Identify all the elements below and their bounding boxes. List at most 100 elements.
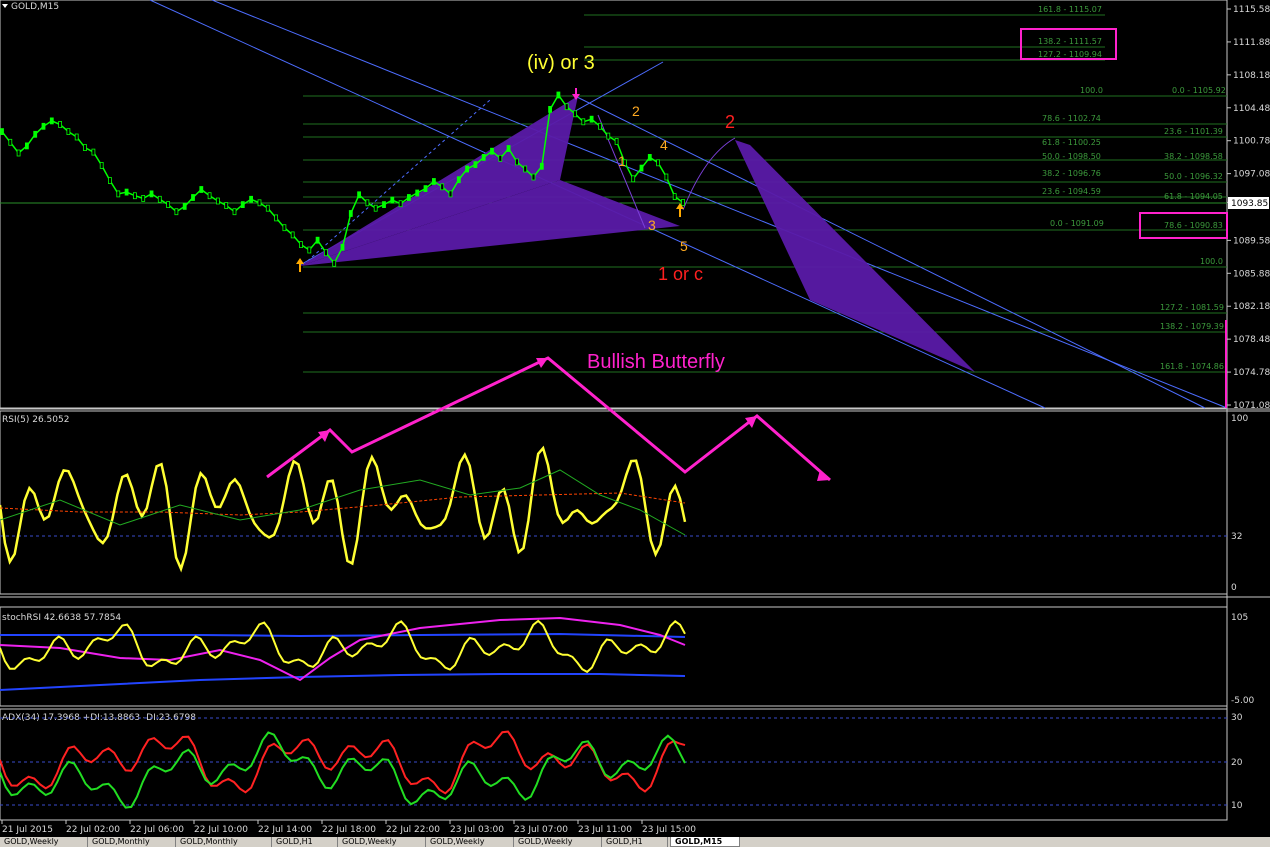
fib-label: 38.2 - 1098.58 bbox=[1164, 152, 1223, 161]
price-candle bbox=[323, 249, 328, 257]
price-candle bbox=[232, 208, 237, 216]
time-axis: 21 Jul 2015 22 Jul 02:00 22 Jul 06:00 22 Ju… bbox=[1, 820, 696, 835]
rsi-panel-frame bbox=[0, 410, 1228, 595]
price-candle bbox=[589, 115, 594, 123]
tab-gold-weekly[interactable]: GOLD,Weekly bbox=[514, 837, 602, 847]
price-candle bbox=[473, 161, 478, 169]
price-candle bbox=[672, 193, 677, 201]
price-candle bbox=[506, 145, 511, 152]
pattern-label: Bullish Butterfly bbox=[587, 351, 725, 373]
fib-label: 100.0 bbox=[1200, 257, 1223, 266]
fib-label: 61.8 - 1094.05 bbox=[1164, 192, 1223, 201]
price-candle bbox=[132, 192, 137, 200]
price-candle bbox=[199, 186, 204, 193]
price-candle bbox=[49, 117, 54, 125]
price-candle bbox=[556, 91, 561, 99]
adx-tick: 20 bbox=[1231, 758, 1243, 768]
price-candle bbox=[174, 208, 179, 216]
tab-gold-weekly[interactable]: GOLD,Weekly bbox=[338, 837, 426, 847]
price-candle bbox=[448, 190, 453, 198]
chevron-down-icon[interactable] bbox=[2, 4, 8, 8]
price-tick-label: 1115.58 bbox=[1233, 5, 1270, 15]
price-candle bbox=[490, 147, 494, 155]
price-candle bbox=[465, 165, 470, 173]
wave-label-2-red: 2 bbox=[725, 112, 735, 132]
tab-gold-h1[interactable]: GOLD,H1 bbox=[602, 837, 668, 847]
price-candle bbox=[531, 173, 536, 181]
time-tick-label: 22 Jul 10:00 bbox=[194, 825, 248, 835]
price-candle bbox=[564, 103, 569, 111]
price-candle bbox=[398, 200, 403, 208]
price-tick-label: 1082.18 bbox=[1233, 302, 1270, 312]
symbol-title: GOLD,M15 bbox=[11, 2, 59, 12]
time-tick-label: 22 Jul 14:00 bbox=[258, 825, 312, 835]
fib-label: 0.0 - 1091.09 bbox=[1050, 219, 1104, 228]
rsi-tick: 32 bbox=[1231, 532, 1242, 542]
tab-gold-weekly[interactable]: GOLD,Weekly bbox=[0, 837, 88, 847]
price-candle bbox=[373, 204, 378, 212]
fib-label: 38.2 - 1096.76 bbox=[1042, 169, 1101, 178]
time-tick-label: 23 Jul 11:00 bbox=[578, 825, 632, 835]
tab-gold-monthly[interactable]: GOLD,Monthly bbox=[88, 837, 176, 847]
price-candle bbox=[124, 188, 129, 196]
wave-label-1: 1 bbox=[618, 153, 626, 169]
tab-gold-weekly[interactable]: GOLD,Weekly bbox=[426, 837, 514, 847]
price-candle bbox=[406, 194, 411, 201]
price-candle bbox=[166, 201, 171, 209]
price-series-line bbox=[1, 93, 684, 265]
price-candle bbox=[307, 246, 312, 254]
price-candle bbox=[149, 190, 154, 198]
stoch-title: stochRSI 42.6638 57.7854 bbox=[2, 613, 121, 623]
price-candle bbox=[431, 178, 436, 185]
stoch-tick: 105 bbox=[1231, 613, 1248, 623]
price-tick-label: 1104.48 bbox=[1233, 104, 1270, 114]
wave-label-5: 5 bbox=[680, 238, 688, 254]
zigzag-arrowhead bbox=[745, 416, 757, 428]
rsi-tick: 0 bbox=[1231, 583, 1237, 593]
wave-label-1-or-c: 1 or c bbox=[658, 264, 703, 284]
price-tick-label: 1078.48 bbox=[1233, 335, 1270, 345]
price-candle bbox=[257, 199, 262, 207]
price-candle bbox=[664, 173, 669, 181]
price-candle bbox=[348, 210, 353, 217]
fib-label: 61.8 - 1100.25 bbox=[1042, 138, 1101, 147]
adx-panel-frame bbox=[0, 708, 1228, 821]
price-candle bbox=[581, 118, 586, 126]
price-candle bbox=[357, 191, 362, 199]
chart-tabs: GOLD,Weekly GOLD,Monthly GOLD,Monthly GO… bbox=[0, 837, 1270, 847]
fib-label: 138.2 - 1079.39 bbox=[1160, 322, 1224, 331]
fib-label: 100.0 bbox=[1080, 86, 1103, 95]
price-candle bbox=[282, 224, 287, 232]
time-tick-label: 23 Jul 07:00 bbox=[514, 825, 568, 835]
price-candle bbox=[299, 241, 303, 249]
price-candle bbox=[274, 214, 279, 222]
fib-label: 23.6 - 1094.59 bbox=[1042, 187, 1101, 196]
price-candle bbox=[390, 196, 395, 204]
price-candle bbox=[573, 110, 577, 118]
price-candle bbox=[614, 137, 619, 145]
tab-gold-m15[interactable]: GOLD,M15 bbox=[670, 837, 740, 847]
fib-label: 50.0 - 1098.50 bbox=[1042, 152, 1101, 161]
time-tick-label: 21 Jul 2015 bbox=[2, 825, 53, 835]
wave-label-4: 4 bbox=[660, 137, 668, 153]
price-candle bbox=[83, 144, 87, 152]
price-candle bbox=[108, 177, 112, 185]
price-candle bbox=[157, 195, 162, 203]
price-candle bbox=[481, 153, 486, 161]
stoch-magenta-line bbox=[0, 616, 686, 682]
price-candle bbox=[440, 183, 445, 191]
price-tick-label: 1074.78 bbox=[1233, 368, 1270, 378]
fib-label: 127.2 - 1109.94 bbox=[1038, 50, 1102, 59]
time-tick-label: 23 Jul 15:00 bbox=[642, 825, 696, 835]
wave-label-iv: (iv) or 3 bbox=[527, 52, 595, 74]
price-tick-label: 1085.88 bbox=[1233, 269, 1270, 279]
fib-label: 78.6 - 1102.74 bbox=[1042, 114, 1101, 123]
stoch-tick: -5.00 bbox=[1231, 696, 1255, 706]
tab-gold-monthly[interactable]: GOLD,Monthly bbox=[176, 837, 272, 847]
chart-title[interactable]: GOLD,M15 bbox=[2, 2, 59, 12]
stoch-band-lower bbox=[0, 673, 686, 691]
tab-gold-h1[interactable]: GOLD,H1 bbox=[272, 837, 338, 847]
price-candle bbox=[33, 130, 38, 138]
price-candle bbox=[91, 148, 96, 156]
price-candle bbox=[41, 122, 46, 130]
